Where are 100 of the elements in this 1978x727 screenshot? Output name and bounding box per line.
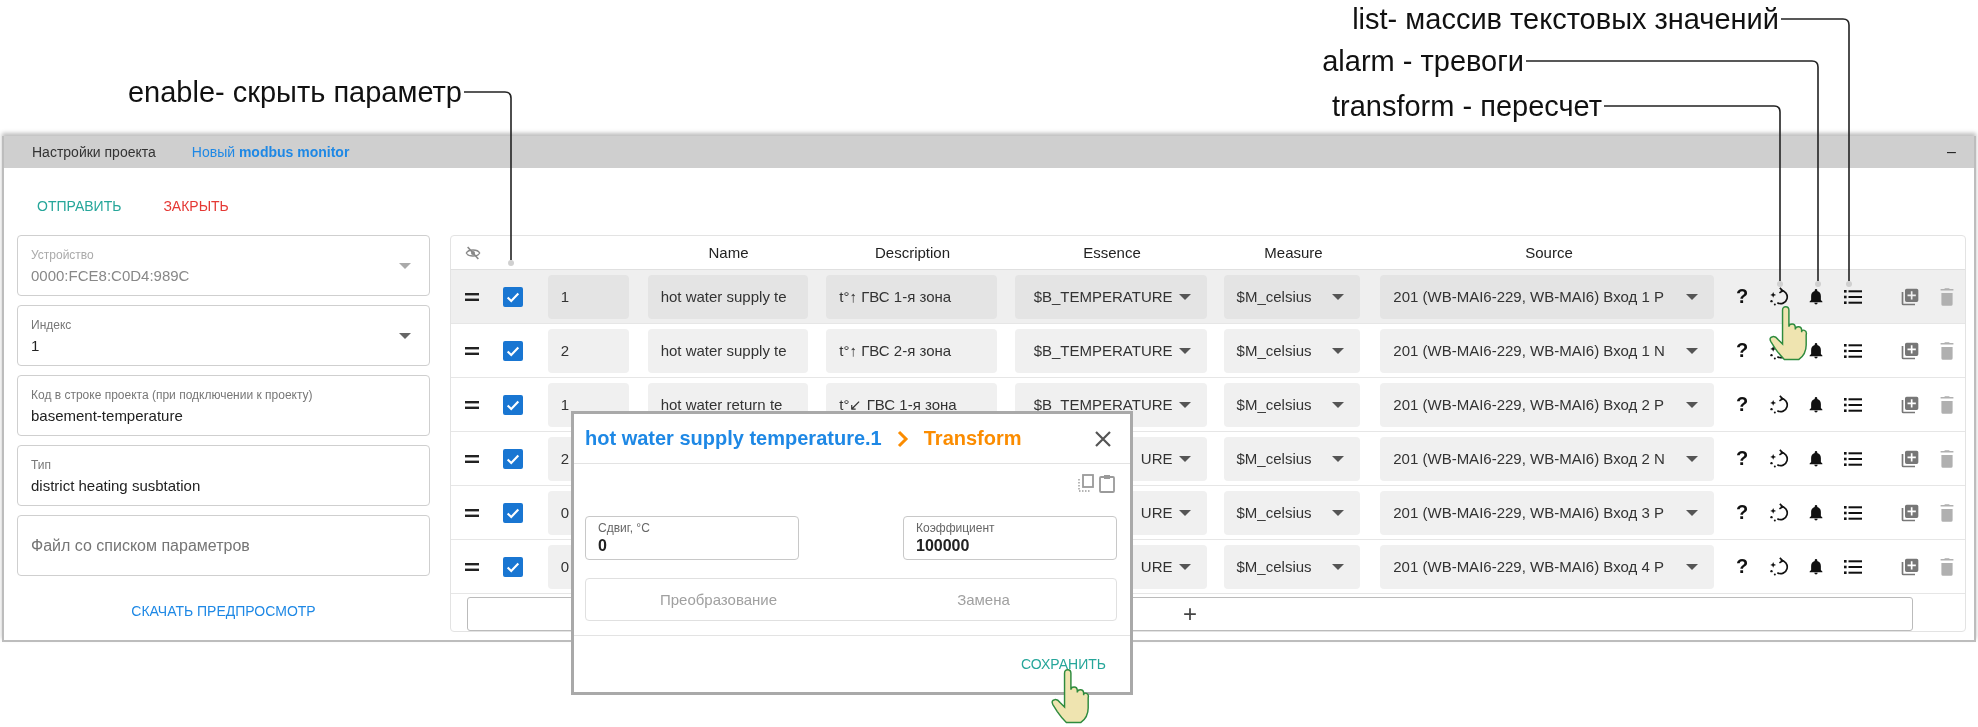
annotation-label: alarm - тревоги	[1322, 44, 1524, 79]
transform-icon[interactable]	[1768, 394, 1789, 415]
duplicate-icon[interactable]	[1899, 286, 1920, 307]
caret-icon	[1178, 401, 1191, 408]
source-select[interactable]: 201 (WB-MAI6-229, WB-MAI6) Вход 1 P	[1380, 274, 1714, 319]
input-field[interactable]: Сдвиг, °C 0	[585, 516, 799, 560]
source-select[interactable]: 201 (WB-MAI6-229, WB-MAI6) Вход 1 N	[1380, 328, 1714, 373]
caret-icon	[1685, 563, 1698, 570]
name-field[interactable]: hot water supply te	[647, 274, 809, 319]
transform-icon[interactable]	[1768, 556, 1789, 577]
eye-off-icon[interactable]	[463, 244, 482, 261]
transform-icon[interactable]	[1768, 448, 1789, 469]
drag-handle-icon[interactable]	[465, 562, 480, 571]
select-field[interactable]: Индекс 1	[17, 305, 430, 366]
checkbox[interactable]	[502, 286, 523, 307]
help-button[interactable]: ?	[1735, 285, 1749, 308]
close-icon[interactable]	[1094, 429, 1112, 448]
help-button[interactable]: ?	[1735, 339, 1749, 362]
duplicate-icon[interactable]	[1899, 502, 1920, 523]
drag-handle-icon[interactable]	[465, 400, 480, 409]
annotation-label: list- массив текстовых значений	[1352, 2, 1779, 37]
checkbox[interactable]	[502, 448, 523, 469]
checkbox[interactable]	[502, 394, 523, 415]
input-field[interactable]: Тип district heating susbtation	[17, 445, 430, 506]
measure-select[interactable]: $M_celsius	[1223, 490, 1361, 535]
caret-icon	[399, 332, 411, 339]
source-select[interactable]: 201 (WB-MAI6-229, WB-MAI6) Вход 2 P	[1380, 382, 1714, 427]
dialog-title: hot water supply temperature.1	[585, 427, 882, 450]
measure-select[interactable]: $M_celsius	[1223, 544, 1361, 589]
checkbox[interactable]	[502, 340, 523, 361]
caret-icon	[1685, 509, 1698, 516]
caret-icon	[1685, 347, 1698, 354]
measure-select[interactable]: $M_celsius	[1223, 274, 1361, 319]
list-icon[interactable]	[1843, 504, 1862, 521]
caret-icon	[1178, 293, 1191, 300]
caret-icon	[1178, 563, 1191, 570]
name-field[interactable]: hot water supply te	[647, 328, 809, 373]
list-icon[interactable]	[1843, 558, 1862, 575]
help-button[interactable]: ?	[1735, 447, 1749, 470]
help-button[interactable]: ?	[1735, 555, 1749, 578]
essence-select[interactable]: $B_TEMPERATURE	[1014, 328, 1207, 373]
caret-icon	[1332, 563, 1345, 570]
list-icon[interactable]	[1843, 288, 1862, 305]
caret-icon	[399, 262, 411, 269]
caret-icon	[1332, 401, 1345, 408]
help-button[interactable]: ?	[1735, 393, 1749, 416]
checkbox[interactable]	[502, 502, 523, 523]
caret-icon	[1332, 293, 1345, 300]
duplicate-icon[interactable]	[1899, 448, 1920, 469]
dialog-section: Transform	[923, 427, 1022, 450]
annotation-label: transform - пересчет	[1331, 89, 1602, 124]
minimize-button[interactable]: –	[1947, 143, 1956, 161]
file-field[interactable]: Файл со списком параметров	[17, 515, 430, 576]
checkbox[interactable]	[502, 556, 523, 577]
drag-handle-icon[interactable]	[465, 454, 480, 463]
caret-icon	[1685, 455, 1698, 462]
list-icon[interactable]	[1843, 342, 1862, 359]
chevron-right-icon	[895, 428, 910, 449]
transform-icon[interactable]	[1768, 286, 1789, 307]
essence-select[interactable]: $B_TEMPERATURE	[1014, 274, 1207, 319]
drag-handle-icon[interactable]	[465, 292, 480, 301]
description-field[interactable]: t°↑ ГВС 2-я зона	[826, 328, 997, 373]
column-header: Description	[874, 244, 951, 261]
annotation-label: enable- скрыть параметр	[128, 75, 462, 110]
caret-icon	[1332, 455, 1345, 462]
index-field[interactable]: 1	[547, 274, 629, 319]
drag-handle-icon[interactable]	[465, 508, 480, 517]
caret-icon	[1332, 347, 1345, 354]
action-button[interactable]: ЗАКРЫТЬ	[157, 191, 235, 220]
caret-icon	[1685, 401, 1698, 408]
column-header: Source	[1524, 244, 1574, 261]
caret-icon	[1685, 293, 1698, 300]
source-select[interactable]: 201 (WB-MAI6-229, WB-MAI6) Вход 2 N	[1380, 436, 1714, 481]
caret-icon	[1332, 509, 1345, 516]
caret-icon	[1178, 455, 1191, 462]
measure-select[interactable]: $M_celsius	[1223, 436, 1361, 481]
duplicate-icon[interactable]	[1899, 394, 1920, 415]
caret-icon	[1178, 347, 1191, 354]
column-header: Measure	[1263, 244, 1324, 261]
list-icon[interactable]	[1843, 450, 1862, 467]
drag-handle-icon[interactable]	[465, 346, 480, 355]
description-field[interactable]: t°↑ ГВС 1-я зона	[826, 274, 997, 319]
input-field[interactable]: Коэффициент 100000	[903, 516, 1117, 560]
input-field[interactable]: Код в строке проекта (при подключении к проекту) basement-temperature	[17, 375, 430, 436]
duplicate-icon[interactable]	[1899, 556, 1920, 577]
source-select[interactable]: 201 (WB-MAI6-229, WB-MAI6) Вход 3 P	[1380, 490, 1714, 535]
column-header: Name	[707, 244, 750, 261]
help-button[interactable]: ?	[1735, 501, 1749, 524]
index-field[interactable]: 2	[547, 328, 629, 373]
measure-select[interactable]: $M_celsius	[1223, 328, 1361, 373]
download-link[interactable]: СКАЧАТЬ ПРЕДПРОСМОТР	[127, 599, 320, 623]
measure-select[interactable]: $M_celsius	[1223, 382, 1361, 427]
caret-icon	[1178, 509, 1191, 516]
clipboard-icon[interactable]	[1099, 474, 1115, 493]
source-select[interactable]: 201 (WB-MAI6-229, WB-MAI6) Вход 4 P	[1380, 544, 1714, 589]
tab[interactable]: Настройки проекта	[32, 144, 156, 160]
duplicate-icon[interactable]	[1899, 340, 1920, 361]
column-header: Essence	[1082, 244, 1142, 261]
transform-icon[interactable]	[1768, 502, 1789, 523]
list-icon[interactable]	[1843, 396, 1862, 413]
